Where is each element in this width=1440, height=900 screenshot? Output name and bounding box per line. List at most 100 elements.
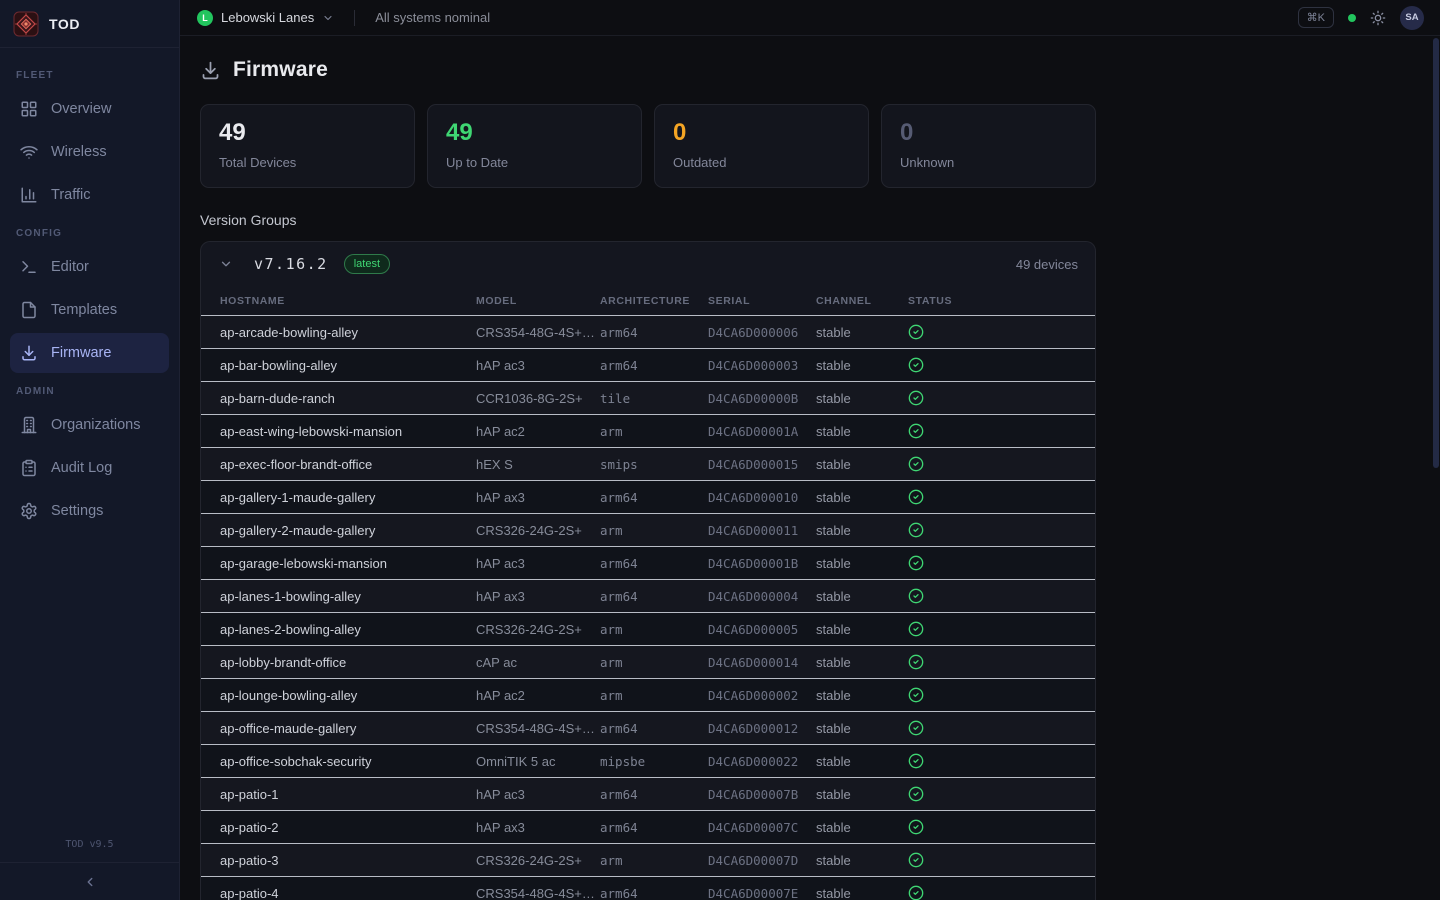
status-ok-icon: [908, 522, 1095, 538]
table-row[interactable]: ap-office-maude-galleryCRS354-48G-4S+…ar…: [201, 711, 1095, 744]
status-ok-icon: [908, 654, 1095, 670]
cell-model: hAP ac2: [476, 688, 600, 703]
stat-value: 49: [219, 120, 396, 146]
cell-hostname: ap-arcade-bowling-alley: [220, 325, 476, 340]
cell-model: CRS326-24G-2S+: [476, 622, 600, 637]
page-content: Firmware 49Total Devices49Up to Date0Out…: [180, 36, 1440, 900]
sidebar-collapse-button[interactable]: [0, 862, 179, 900]
sidebar-item-label: Settings: [51, 503, 103, 519]
cell-architecture: mipsbe: [600, 754, 708, 769]
table-row[interactable]: ap-office-sobchak-securityOmniTIK 5 acmi…: [201, 744, 1095, 777]
stat-value: 0: [900, 120, 1077, 146]
table-row[interactable]: ap-lobby-brandt-officecAP acarmD4CA6D000…: [201, 645, 1095, 678]
cell-hostname: ap-office-maude-gallery: [220, 721, 476, 736]
status-ok-icon: [908, 753, 1095, 769]
sidebar-footer: TOD v9.5: [0, 829, 179, 900]
table-row[interactable]: ap-exec-floor-brandt-officehEX SsmipsD4C…: [201, 447, 1095, 480]
cell-model: CRS354-48G-4S+…: [476, 886, 600, 900]
table-row[interactable]: ap-patio-3CRS326-24G-2S+armD4CA6D00007Ds…: [201, 843, 1095, 876]
chevron-left-icon: [83, 875, 97, 889]
table-row[interactable]: ap-patio-1hAP ac3arm64D4CA6D00007Bstable: [201, 777, 1095, 810]
cell-architecture: arm64: [600, 556, 708, 571]
status-ok-icon: [908, 819, 1095, 835]
sidebar-item-label: Firmware: [51, 345, 111, 361]
sidebar-item-overview[interactable]: Overview: [10, 89, 169, 129]
table-row[interactable]: ap-east-wing-lebowski-mansionhAP ac2armD…: [201, 414, 1095, 447]
sidebar-item-traffic[interactable]: Traffic: [10, 175, 169, 215]
version-groups-heading: Version Groups: [200, 212, 1440, 228]
sidebar-item-wireless[interactable]: Wireless: [10, 132, 169, 172]
cell-architecture: arm64: [600, 721, 708, 736]
status-ok-icon: [908, 786, 1095, 802]
cell-serial: D4CA6D000002: [708, 688, 816, 703]
table-row[interactable]: ap-gallery-2-maude-galleryCRS326-24G-2S+…: [201, 513, 1095, 546]
stat-card-unknown: 0Unknown: [881, 104, 1096, 188]
cell-serial: D4CA6D00007C: [708, 820, 816, 835]
cell-hostname: ap-lanes-1-bowling-alley: [220, 589, 476, 604]
section-label-config: CONFIG: [10, 218, 169, 247]
table-row[interactable]: ap-lanes-2-bowling-alleyCRS326-24G-2S+ar…: [201, 612, 1095, 645]
cell-hostname: ap-bar-bowling-alley: [220, 358, 476, 373]
cell-hostname: ap-east-wing-lebowski-mansion: [220, 424, 476, 439]
topbar: L Lebowski Lanes All systems nominal ⌘K …: [180, 0, 1440, 36]
cell-model: CRS354-48G-4S+…: [476, 325, 600, 340]
user-avatar[interactable]: SA: [1400, 6, 1424, 30]
table-row[interactable]: ap-arcade-bowling-alleyCRS354-48G-4S+…ar…: [201, 315, 1095, 348]
sidebar-item-firmware[interactable]: Firmware: [10, 333, 169, 373]
sidebar-item-organizations[interactable]: Organizations: [10, 405, 169, 445]
table-row[interactable]: ap-gallery-1-maude-galleryhAP ax3arm64D4…: [201, 480, 1095, 513]
cell-architecture: tile: [600, 391, 708, 406]
cell-model: hAP ax3: [476, 589, 600, 604]
section-label-fleet: FLEET: [10, 60, 169, 89]
cell-serial: D4CA6D00007B: [708, 787, 816, 802]
table-row[interactable]: ap-garage-lebowski-mansionhAP ac3arm64D4…: [201, 546, 1095, 579]
cell-channel: stable: [816, 523, 908, 538]
table-row[interactable]: ap-patio-2hAP ax3arm64D4CA6D00007Cstable: [201, 810, 1095, 843]
cell-channel: stable: [816, 787, 908, 802]
main-area: L Lebowski Lanes All systems nominal ⌘K …: [180, 0, 1440, 900]
sidebar-item-label: Organizations: [51, 417, 140, 433]
table-row[interactable]: ap-barn-dude-ranchCCR1036-8G-2S+tileD4CA…: [201, 381, 1095, 414]
cell-channel: stable: [816, 589, 908, 604]
cell-hostname: ap-barn-dude-ranch: [220, 391, 476, 406]
sidebar-item-editor[interactable]: Editor: [10, 247, 169, 287]
org-switcher[interactable]: L Lebowski Lanes: [197, 10, 334, 26]
theme-toggle-button[interactable]: [1370, 10, 1386, 26]
status-ok-icon: [908, 324, 1095, 340]
cell-architecture: arm: [600, 688, 708, 703]
firmware-version: v7.16.2: [254, 255, 328, 273]
cell-serial: D4CA6D00007E: [708, 886, 816, 900]
status-ok-icon: [908, 390, 1095, 406]
page-title-row: Firmware: [200, 58, 1440, 82]
table-row[interactable]: ap-bar-bowling-alleyhAP ac3arm64D4CA6D00…: [201, 348, 1095, 381]
cell-model: hAP ax3: [476, 490, 600, 505]
cell-channel: stable: [816, 457, 908, 472]
cell-hostname: ap-lanes-2-bowling-alley: [220, 622, 476, 637]
cell-architecture: arm: [600, 622, 708, 637]
table-row[interactable]: ap-patio-4CRS354-48G-4S+…arm64D4CA6D0000…: [201, 876, 1095, 900]
sidebar-item-audit-log[interactable]: Audit Log: [10, 448, 169, 488]
command-palette-shortcut[interactable]: ⌘K: [1298, 7, 1334, 28]
status-ok-icon: [908, 555, 1095, 571]
sun-icon: [1370, 10, 1386, 26]
status-ok-icon: [908, 456, 1095, 472]
sidebar-item-settings[interactable]: Settings: [10, 491, 169, 531]
cell-serial: D4CA6D000012: [708, 721, 816, 736]
status-ok-icon: [908, 720, 1095, 736]
cell-model: hAP ac2: [476, 424, 600, 439]
table-header-row: HOSTNAME MODEL ARCHITECTURE SERIAL CHANN…: [201, 286, 1095, 315]
sidebar-item-templates[interactable]: Templates: [10, 290, 169, 330]
status-ok-icon: [908, 588, 1095, 604]
stat-value: 49: [446, 120, 623, 146]
page-title: Firmware: [233, 58, 328, 82]
version-group-header[interactable]: v7.16.2 latest 49 devices: [201, 242, 1095, 286]
cell-architecture: arm: [600, 853, 708, 868]
vertical-scrollbar[interactable]: [1432, 37, 1440, 900]
table-row[interactable]: ap-lanes-1-bowling-alleyhAP ax3arm64D4CA…: [201, 579, 1095, 612]
app-version: TOD v9.5: [0, 829, 179, 862]
grid-icon: [20, 100, 38, 118]
stat-value: 0: [673, 120, 850, 146]
table-row[interactable]: ap-lounge-bowling-alleyhAP ac2armD4CA6D0…: [201, 678, 1095, 711]
scrollbar-thumb[interactable]: [1433, 38, 1439, 468]
topbar-right: ⌘K SA: [1298, 6, 1424, 30]
